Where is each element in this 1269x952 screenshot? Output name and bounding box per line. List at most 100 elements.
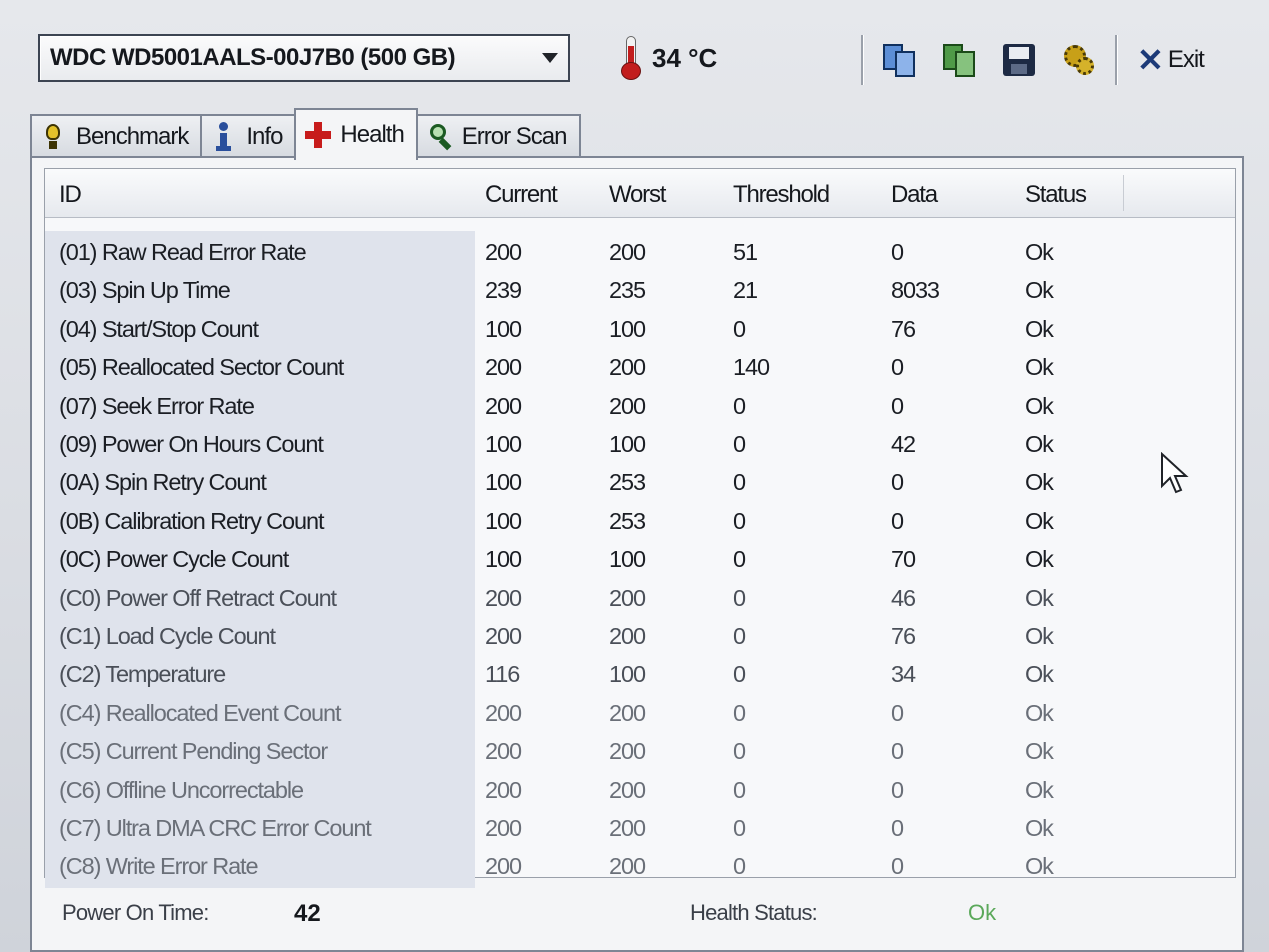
- cell-worst: 235: [609, 277, 646, 304]
- tab-error-scan[interactable]: Error Scan: [415, 114, 581, 158]
- cell-worst: 253: [609, 507, 646, 534]
- table-row[interactable]: (C5) Current Pending Sector 200 200 0 0 Ok: [45, 734, 1235, 772]
- cell-worst: 200: [609, 853, 646, 880]
- cell-current: 100: [485, 315, 522, 342]
- cell-id: (C8) Write Error Rate: [59, 853, 259, 880]
- table-row[interactable]: (03) Spin Up Time 239 235 21 8033 Ok: [45, 273, 1235, 311]
- cell-threshold: 0: [733, 315, 746, 342]
- cell-threshold: 140: [733, 354, 770, 381]
- table-row[interactable]: (0B) Calibration Retry Count 100 253 0 0 Ok: [45, 504, 1235, 542]
- table-row[interactable]: (C7) Ultra DMA CRC Error Count 200 200 0 0 Ok: [45, 811, 1235, 849]
- cell-data: 70: [891, 546, 916, 573]
- cell-status: Ok: [1025, 699, 1054, 726]
- settings-button[interactable]: [1053, 34, 1105, 86]
- column-header-threshold[interactable]: Threshold: [733, 181, 830, 209]
- cell-data: 34: [891, 661, 916, 688]
- power-on-time-label: Power On Time:: [62, 900, 209, 925]
- info-icon: [212, 122, 234, 152]
- cell-worst: 100: [609, 431, 646, 457]
- table-row[interactable]: (C6) Offline Uncorrectable 200 200 0 0 Ok: [45, 773, 1235, 811]
- cell-id: (0A) Spin Retry Count: [59, 469, 267, 496]
- column-header-worst[interactable]: Worst: [609, 181, 666, 209]
- copy-button[interactable]: [873, 34, 925, 86]
- cell-current: 100: [485, 431, 522, 457]
- cell-id: (C5) Current Pending Sector: [59, 738, 328, 765]
- cell-worst: 200: [609, 584, 646, 611]
- cell-threshold: 0: [733, 853, 746, 880]
- column-header-status[interactable]: Status: [1025, 181, 1087, 209]
- cell-data: 0: [891, 239, 904, 265]
- cell-threshold: 0: [733, 584, 746, 611]
- table-row[interactable]: (01) Raw Read Error Rate 200 200 51 0 Ok: [45, 235, 1235, 273]
- column-header-data[interactable]: Data: [891, 181, 938, 209]
- copy-alt-button[interactable]: [933, 34, 985, 86]
- cell-status: Ok: [1025, 354, 1054, 381]
- cell-id: (0C) Power Cycle Count: [59, 546, 289, 573]
- table-row[interactable]: (05) Reallocated Sector Count 200 200 140 0 O…: [45, 350, 1235, 388]
- cell-worst: 200: [609, 354, 646, 381]
- cell-status: Ok: [1025, 277, 1054, 304]
- cell-threshold: 0: [733, 738, 746, 765]
- magnifier-icon: [428, 122, 452, 152]
- copy-alt-icon: [941, 42, 977, 78]
- settings-icon: [1062, 43, 1096, 77]
- tab-benchmark[interactable]: Benchmark: [30, 114, 203, 158]
- cell-status: Ok: [1025, 738, 1054, 765]
- cell-id: (09) Power On Hours Count: [59, 431, 324, 457]
- cell-status: Ok: [1025, 392, 1054, 419]
- cell-current: 200: [485, 584, 522, 611]
- cell-threshold: 0: [733, 661, 746, 688]
- cell-id: (C7) Ultra DMA CRC Error Count: [59, 815, 372, 841]
- drive-select-value: WDC WD5001AALS-00J7B0 (500 GB): [50, 44, 456, 71]
- cell-worst: 200: [609, 623, 646, 649]
- cell-threshold: 0: [733, 507, 746, 534]
- table-row[interactable]: (0A) Spin Retry Count 100 253 0 0 Ok: [45, 465, 1235, 503]
- mouse-cursor-icon: [1161, 452, 1189, 494]
- cell-threshold: 51: [733, 239, 758, 265]
- cell-current: 239: [485, 277, 522, 304]
- cell-current: 200: [485, 699, 522, 726]
- chevron-down-icon[interactable]: [542, 53, 558, 63]
- health-status-value: Ok: [968, 900, 997, 925]
- cell-worst: 200: [609, 738, 646, 765]
- thermometer-icon: [620, 36, 642, 80]
- cell-status: Ok: [1025, 776, 1054, 803]
- table-row[interactable]: (C4) Reallocated Event Count 200 200 0 0 Ok: [45, 696, 1235, 734]
- health-status-label: Health Status:: [690, 900, 818, 925]
- cell-current: 200: [485, 623, 522, 649]
- table-row[interactable]: (C1) Load Cycle Count 200 200 0 76 Ok: [45, 619, 1235, 657]
- table-row[interactable]: (C8) Write Error Rate 200 200 0 0 Ok: [45, 849, 1235, 887]
- column-divider: [1123, 175, 1124, 211]
- cell-current: 200: [485, 354, 522, 381]
- cell-worst: 200: [609, 815, 646, 841]
- cell-id: (07) Seek Error Rate: [59, 392, 255, 419]
- table-row[interactable]: (04) Start/Stop Count 100 100 0 76 Ok: [45, 312, 1235, 350]
- drive-select[interactable]: WDC WD5001AALS-00J7B0 (500 GB): [38, 34, 570, 82]
- column-header-id[interactable]: ID: [59, 181, 82, 209]
- cell-id: (C0) Power Off Retract Count: [59, 584, 337, 611]
- bulb-icon: [42, 122, 64, 152]
- table-row[interactable]: (C2) Temperature 116 100 0 34 Ok: [45, 657, 1235, 695]
- app-window: WDC WD5001AALS-00J7B0 (500 GB) 34 °C ✕ E…: [0, 0, 1269, 952]
- save-icon: [1003, 44, 1035, 76]
- cell-data: 0: [891, 699, 904, 726]
- tab-label: Benchmark: [76, 123, 189, 150]
- exit-button[interactable]: ✕ Exit: [1137, 34, 1205, 86]
- cell-data: 46: [891, 584, 916, 611]
- cell-worst: 200: [609, 392, 646, 419]
- cell-threshold: 0: [733, 546, 746, 573]
- table-row[interactable]: (07) Seek Error Rate 200 200 0 0 Ok: [45, 389, 1235, 427]
- copy-icon: [881, 42, 917, 78]
- table-row[interactable]: (0C) Power Cycle Count 100 100 0 70 Ok: [45, 542, 1235, 580]
- table-row[interactable]: (C0) Power Off Retract Count 200 200 0 46 Ok: [45, 581, 1235, 619]
- tab-bar: Benchmark Info Health Error Scan: [30, 108, 581, 160]
- save-button[interactable]: [993, 34, 1045, 86]
- tab-info[interactable]: Info: [200, 114, 297, 158]
- cell-worst: 253: [609, 469, 646, 496]
- cell-id: (0B) Calibration Retry Count: [59, 507, 324, 534]
- cell-status: Ok: [1025, 853, 1054, 880]
- tab-health[interactable]: Health: [294, 108, 418, 160]
- column-header-current[interactable]: Current: [485, 181, 558, 209]
- table-row[interactable]: (09) Power On Hours Count 100 100 0 42 Ok: [45, 427, 1235, 465]
- smart-table[interactable]: ID Current Worst Threshold Data Status (…: [44, 168, 1236, 888]
